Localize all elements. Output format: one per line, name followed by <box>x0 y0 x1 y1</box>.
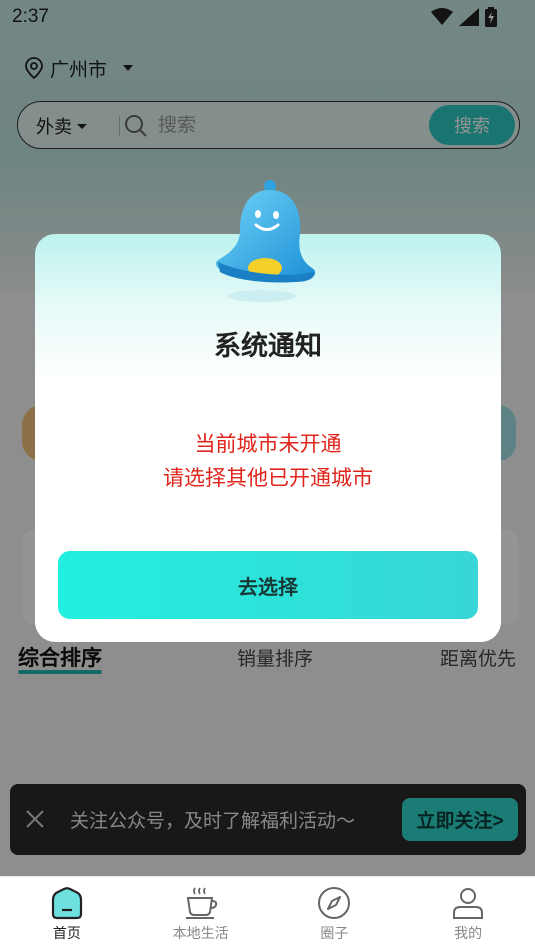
nav-item-home[interactable]: 首页 <box>0 877 134 951</box>
nav-label-local-life: 本地生活 <box>172 926 229 942</box>
dialog-title: 系统通知 <box>214 331 322 362</box>
dialog-message-line2: 请选择其他已开通城市 <box>163 466 373 490</box>
nav-item-mine[interactable]: 我的 <box>401 877 535 951</box>
bell-icon <box>215 180 316 302</box>
nav-item-local-life[interactable]: 本地生活 <box>134 877 268 951</box>
dialog-message-line1: 当前城市未开通 <box>194 432 342 456</box>
user-icon <box>450 885 486 921</box>
nav-label-home: 首页 <box>52 926 81 942</box>
home-icon <box>49 885 85 921</box>
coffee-cup-icon <box>183 885 219 921</box>
nav-label-circle: 圈子 <box>320 926 349 942</box>
nav-label-mine: 我的 <box>454 926 483 942</box>
nav-item-circle[interactable]: 圈子 <box>268 877 402 951</box>
bottom-nav: 首页 本地生活 圈子 我的 <box>0 876 535 951</box>
go-select-button[interactable]: 去选择 <box>58 551 478 619</box>
compass-icon <box>316 885 352 921</box>
